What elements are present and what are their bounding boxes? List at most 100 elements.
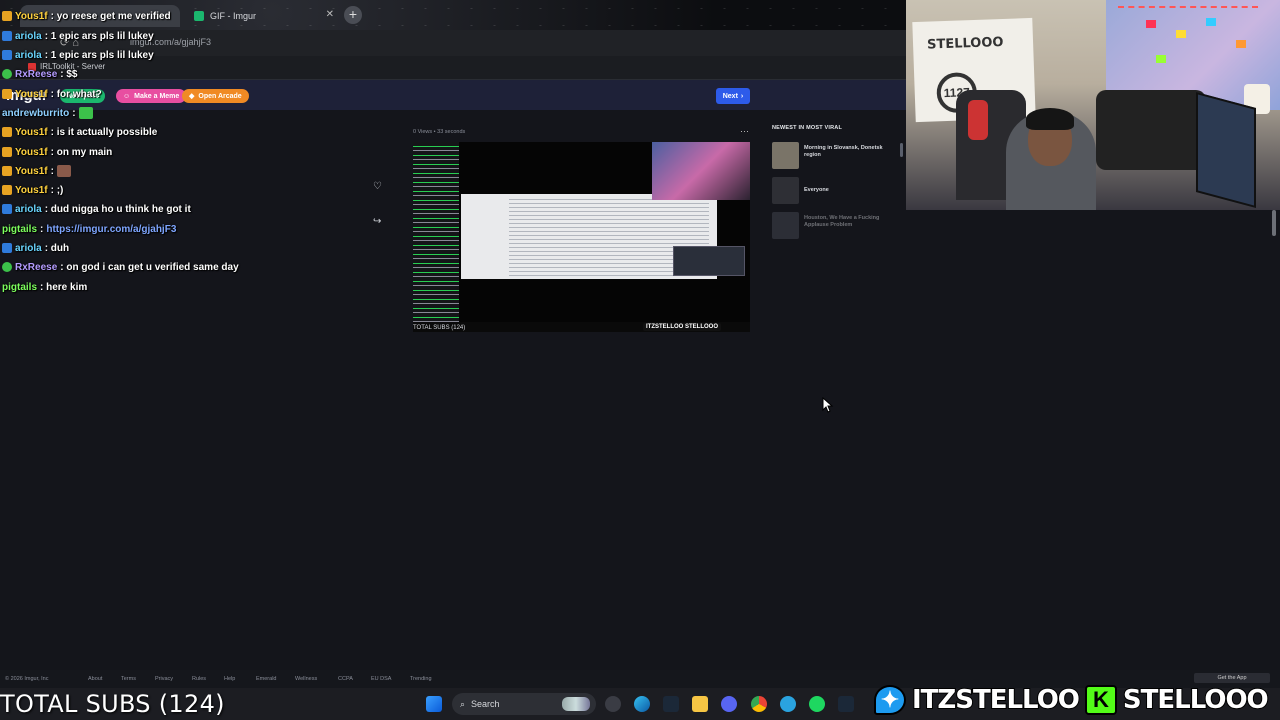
chat-username: pigtails	[2, 281, 38, 293]
share-icon[interactable]: ↪	[373, 216, 381, 227]
telegram-icon[interactable]	[780, 696, 796, 712]
chat-text: : on my main	[50, 146, 113, 158]
chat-message: Yous1f: ;)	[2, 182, 63, 198]
chat-username: andrewburrito	[2, 107, 70, 119]
chat-text: : dud nigga ho u think he got it	[44, 203, 191, 215]
chrome-icon[interactable]	[751, 696, 767, 712]
search-highlight-icon	[562, 697, 590, 711]
chat-badge-icon	[2, 31, 12, 41]
chat-text: :	[72, 107, 76, 119]
file-explorer-icon[interactable]	[692, 696, 708, 712]
chat-badge-icon	[2, 243, 12, 253]
chat-username: RxReese	[15, 68, 58, 80]
chat-message: Yous1f: yo reese get me verified	[2, 8, 171, 24]
chat-text: :	[40, 223, 44, 235]
webcam-sticker	[1206, 18, 1216, 26]
spotify-icon[interactable]	[809, 696, 825, 712]
chat-text: : on god i can get u verified same day	[60, 261, 239, 273]
viral-thumbnail	[772, 142, 799, 169]
chat-text: : yo reese get me verified	[50, 10, 171, 22]
kick-icon: K	[1084, 685, 1117, 715]
chat-message: ariola: dud nigga ho u think he got it	[2, 201, 191, 217]
chat-badge-icon	[2, 166, 12, 176]
close-tab-icon[interactable]: ✕	[326, 9, 334, 20]
chat-text: : for what?	[50, 88, 102, 100]
steam-icon[interactable]	[663, 696, 679, 712]
chat-message: ariola: 1 epic ars pls lil lukey	[2, 47, 154, 63]
canvas-text: STELLOOO	[926, 34, 1004, 53]
chat-message: ariola: 1 epic ars pls lil lukey	[2, 28, 154, 44]
chat-text: : is it actually possible	[50, 126, 158, 138]
mouse-cursor-icon	[822, 397, 834, 413]
chat-badge-icon	[2, 69, 12, 79]
search-icon: ⌕	[460, 698, 466, 709]
taskbar-search-label: Search	[471, 699, 500, 709]
heart-icon[interactable]: ♡	[373, 181, 382, 192]
next-label: Next	[722, 92, 738, 100]
steam-app-icon[interactable]	[838, 696, 854, 712]
footer-link[interactable]: CCPA	[338, 676, 353, 682]
post-image-cam	[652, 142, 750, 200]
chat-username: Yous1f	[15, 165, 48, 177]
chat-badge-icon	[2, 89, 12, 99]
footer-link[interactable]: About	[88, 676, 102, 682]
footer-link[interactable]: Trending	[410, 676, 432, 682]
footer-link[interactable]: Privacy	[155, 676, 173, 682]
kick-handle: STELLOOO	[1122, 684, 1270, 716]
obs-icon[interactable]	[605, 696, 621, 712]
twitter-icon: ✦	[874, 685, 906, 715]
chat-message: Yous1f: is it actually possible	[2, 124, 157, 140]
post-tag: ITZSTELLOO STELLOOO	[643, 323, 721, 331]
footer-link[interactable]: Terms	[121, 676, 136, 682]
footer-link[interactable]: EU DSA	[371, 676, 391, 682]
chat-message: Yous1f: on my main	[2, 144, 112, 160]
webcam-feed: STELLOOO 1127	[906, 0, 1280, 210]
tab-imgur[interactable]: GIF - Imgur ✕	[190, 5, 340, 27]
chat-username: ariola	[15, 242, 42, 254]
footer-link[interactable]: Help	[224, 676, 235, 682]
viral-item[interactable]: Morning in Slovansk, Donetsk region	[772, 142, 902, 170]
get-app-button[interactable]: Get the App	[1194, 673, 1270, 683]
chat-link[interactable]: https://imgur.com/a/gjahjF3	[46, 224, 176, 235]
post-image[interactable]	[413, 142, 750, 332]
arcade-icon: ◆	[189, 93, 195, 100]
chat-username: Yous1f	[15, 126, 48, 138]
chat-username: Yous1f	[15, 10, 48, 22]
page-scrollbar[interactable]	[1272, 210, 1276, 236]
viral-thumbnail	[772, 177, 799, 204]
discord-icon[interactable]	[721, 696, 737, 712]
chat-badge-icon	[2, 185, 12, 195]
viral-item-title: Everyone	[804, 187, 829, 193]
chat-username: ariola	[15, 30, 42, 42]
edge-icon[interactable]	[634, 696, 650, 712]
taskbar-search[interactable]: ⌕ Search	[452, 693, 596, 715]
viral-scrollbar[interactable]	[900, 143, 903, 157]
footer-link[interactable]: Emerald	[256, 676, 276, 682]
new-tab-button[interactable]: +	[344, 6, 362, 24]
post-caption: TOTAL SUBS (124)	[413, 325, 466, 331]
chat-message: andrewburrito:	[2, 105, 93, 121]
more-options-icon[interactable]: ⋯	[740, 126, 749, 137]
make-meme-label: Make a Meme	[134, 92, 180, 100]
imgur-favicon-icon	[194, 11, 204, 21]
viral-item[interactable]: Everyone	[772, 177, 902, 205]
open-arcade-button[interactable]: ◆ Open Arcade	[182, 89, 249, 103]
start-icon[interactable]	[426, 696, 442, 712]
make-meme-button[interactable]: ☺ Make a Meme	[116, 89, 187, 103]
chat-badge-icon	[2, 127, 12, 137]
chat-message: RxReese: on god i can get u verified sam…	[2, 259, 239, 275]
chat-text: : $$	[60, 68, 78, 80]
viral-item[interactable]: Houston, We Have a Fucking Applause Prob…	[772, 212, 902, 240]
tab-imgur-label: GIF - Imgur	[210, 11, 257, 21]
footer-link[interactable]: Rules	[192, 676, 206, 682]
chat-message: pigtails: here kim	[2, 279, 87, 295]
next-button[interactable]: Next ›	[716, 88, 750, 104]
chat-message: RxReese: $$	[2, 66, 78, 82]
chat-message: ariola: duh	[2, 240, 69, 256]
chat-text: :	[50, 165, 54, 177]
chat-username: Yous1f	[15, 88, 48, 100]
imgur-header: imgur New post ☺ Make a Meme ◆ Open Arcade…	[0, 80, 906, 110]
chat-text: : duh	[44, 242, 70, 254]
footer-link[interactable]: Wellness	[295, 676, 317, 682]
viral-item-title: Morning in Slovansk, Donetsk region	[804, 145, 883, 158]
